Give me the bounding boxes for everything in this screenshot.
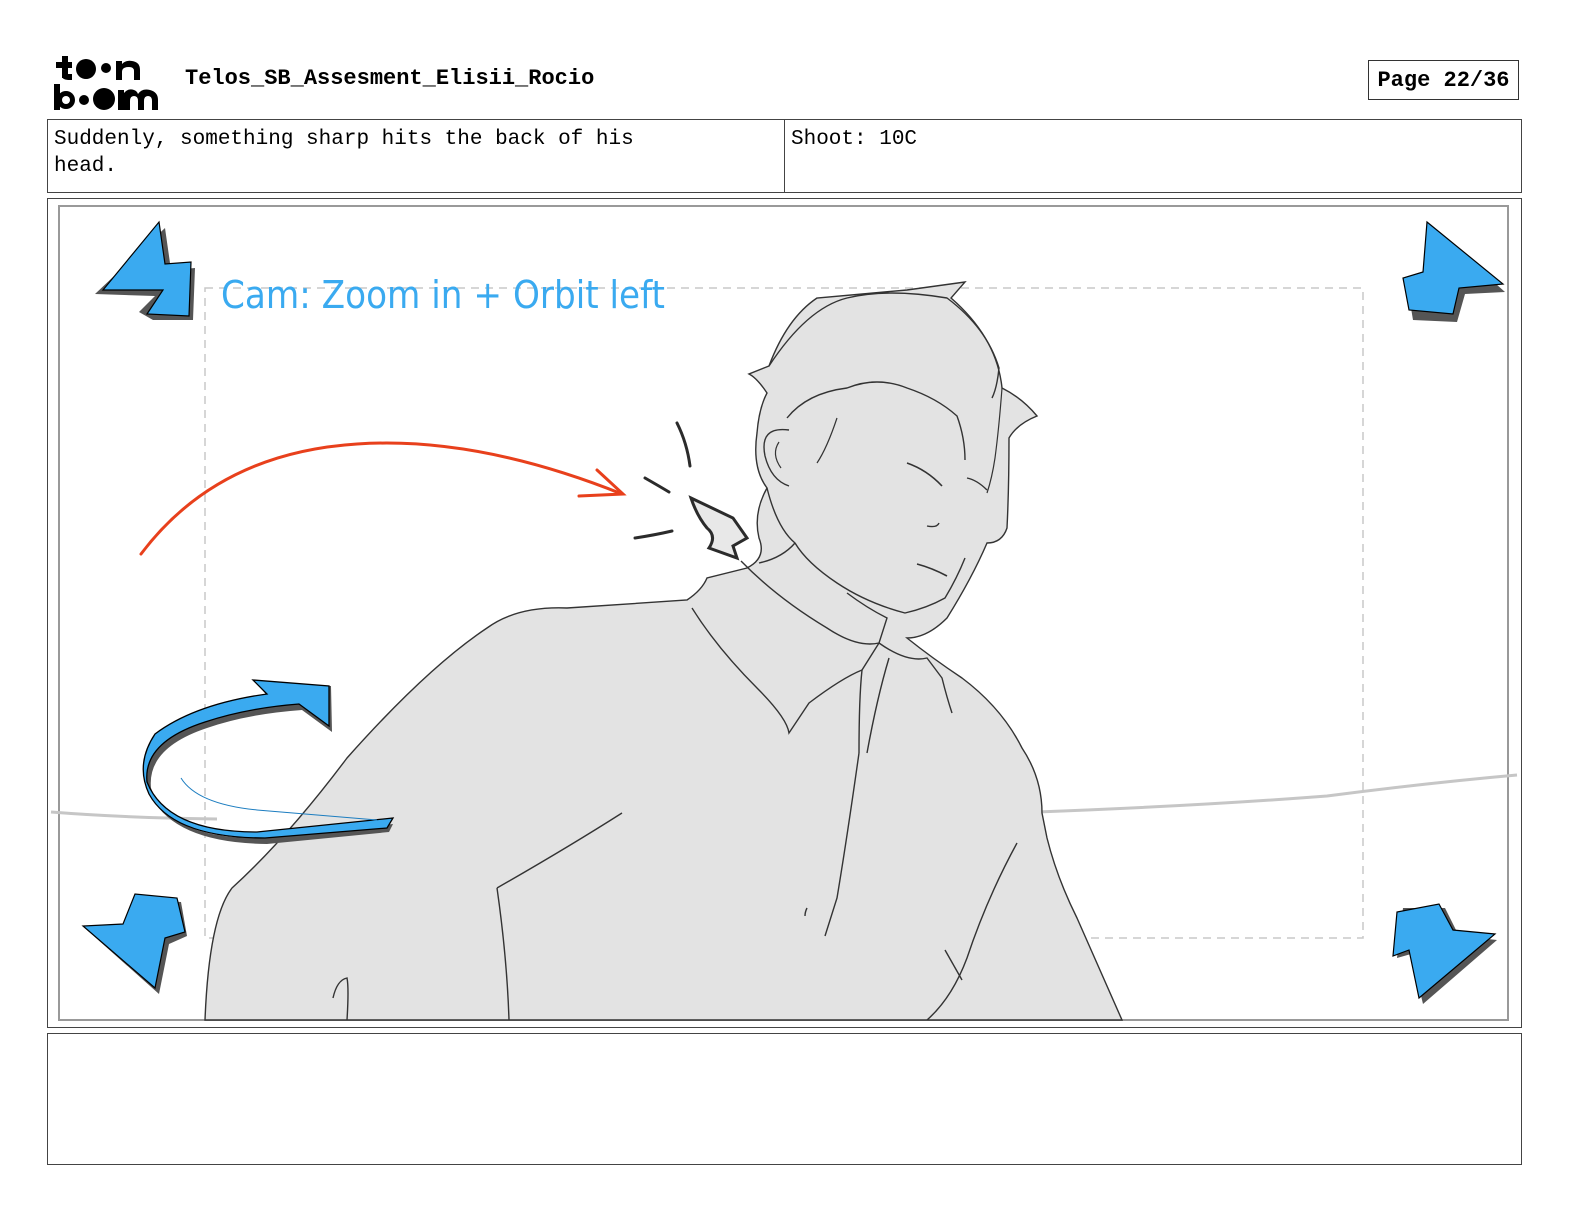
action-description: Suddenly, something sharp hits the back … xyxy=(48,120,785,192)
panel-info-row: Suddenly, something sharp hits the back … xyxy=(47,119,1522,193)
impact-marks xyxy=(633,421,750,561)
panel-drawing: Cam: Zoom in + Orbit left xyxy=(50,205,1518,1021)
camera-note: Cam: Zoom in + Orbit left xyxy=(221,273,665,317)
toonboom-logo xyxy=(54,56,158,110)
motion-arrow xyxy=(139,441,627,556)
zoom-arrow-top-right xyxy=(1402,220,1505,322)
character-figure xyxy=(204,281,1124,1021)
action-line-1: Suddenly, something sharp hits the back … xyxy=(54,128,634,151)
zoom-arrow-bottom-right xyxy=(1392,903,1497,1004)
action-line-2: head. xyxy=(54,155,118,178)
notes-box[interactable] xyxy=(47,1033,1522,1165)
document-title: Telos_SB_Assesment_Elisii_Rocio xyxy=(185,66,595,91)
page-indicator: Page 22/36 xyxy=(1368,60,1519,100)
shoot-label: Shoot: 10C xyxy=(791,128,918,151)
zoom-arrow-top-left xyxy=(95,220,195,320)
zoom-arrow-bottom-left xyxy=(81,893,187,994)
